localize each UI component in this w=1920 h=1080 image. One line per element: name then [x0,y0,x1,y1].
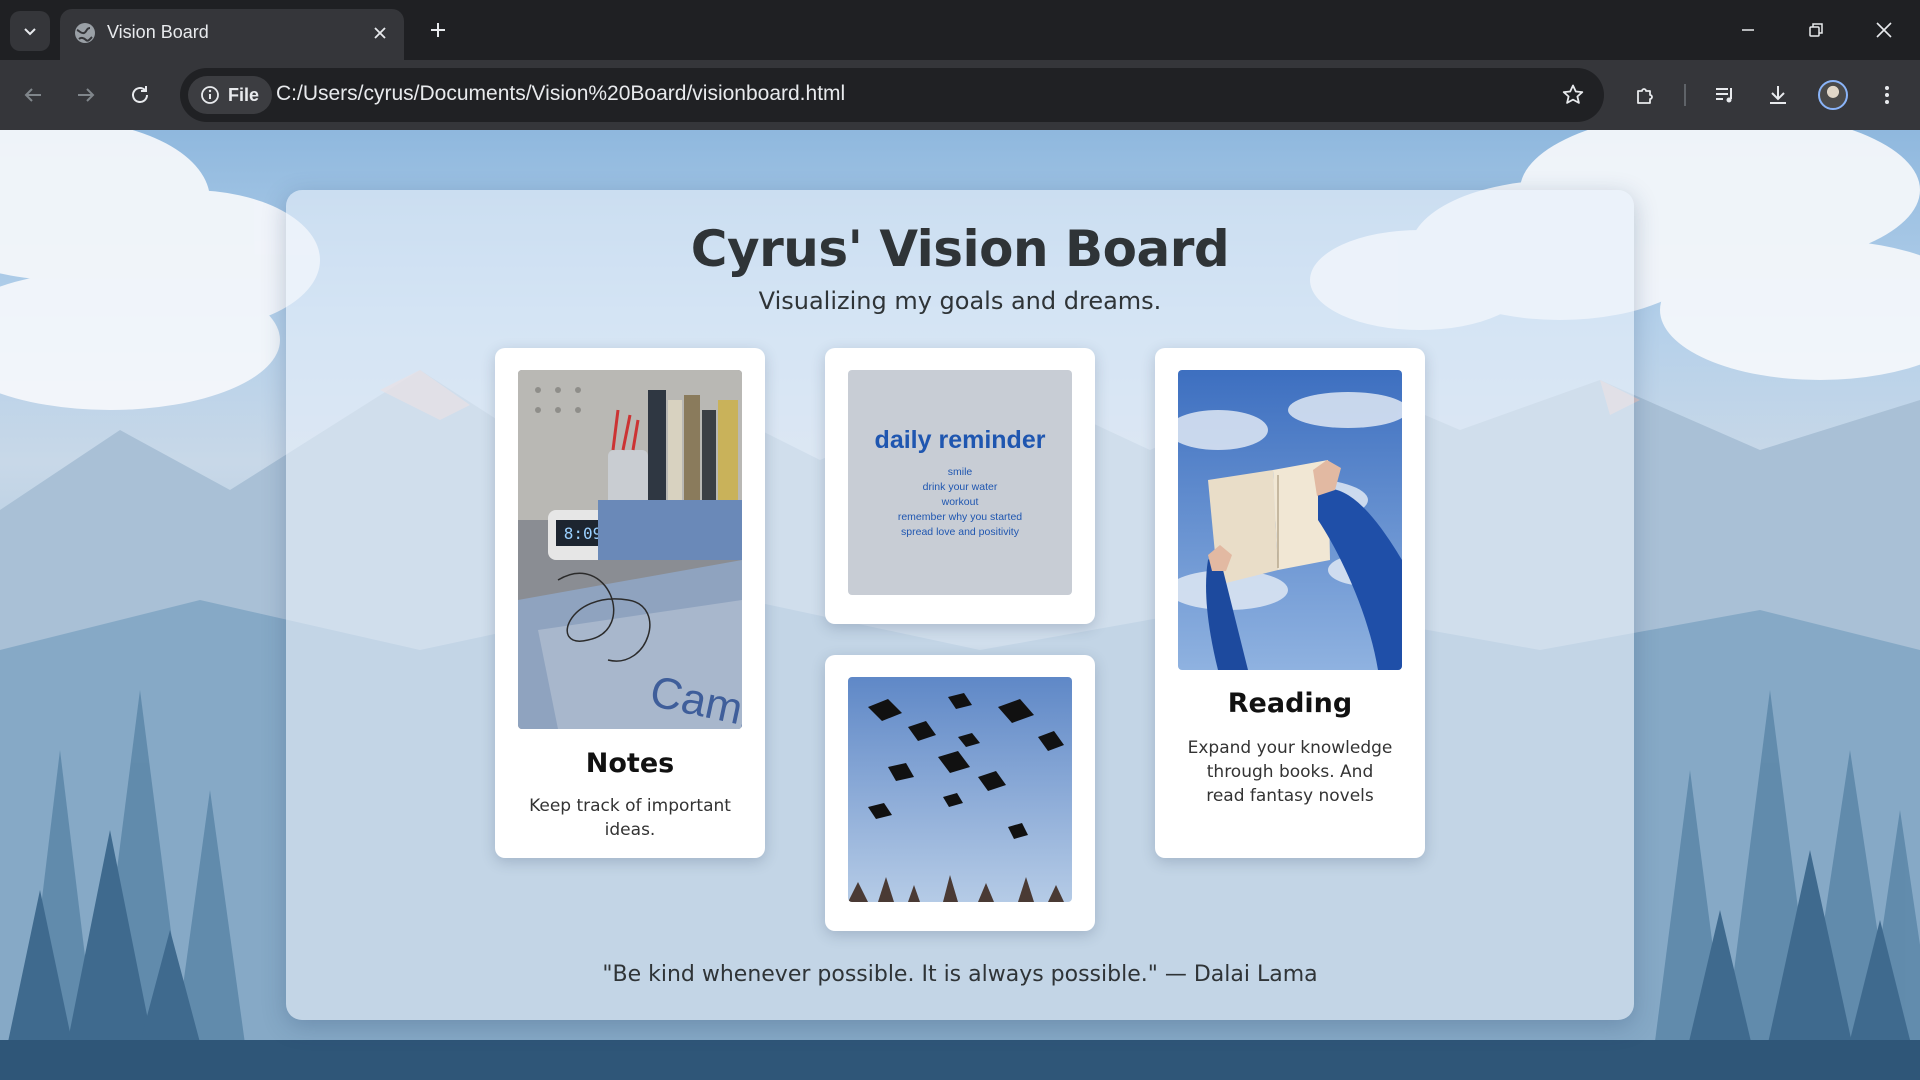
menu-button[interactable] [1867,75,1907,115]
minimize-button[interactable] [1714,0,1782,60]
back-button[interactable] [13,75,53,115]
restore-icon [1809,23,1823,37]
bookmark-button[interactable] [1558,80,1588,110]
clock-readout: 8:09 [564,524,603,543]
star-icon [1562,84,1584,104]
reminder-heading: daily reminder [874,425,1046,454]
new-tab-button[interactable] [422,14,454,46]
download-icon [1770,86,1786,104]
chevron-down-icon [24,28,36,36]
minimize-icon [1742,29,1754,31]
page-title: Cyrus' Vision Board [690,220,1230,278]
vision-board-panel: Cyrus' Vision Board Visualizing my goals… [286,190,1634,1020]
toolbar-divider [1684,84,1686,106]
plus-icon [431,23,445,37]
extensions-button[interactable] [1626,75,1666,115]
reminder-line: workout [941,495,979,508]
reading-card: Reading Expand your knowledge through bo… [1155,348,1425,858]
site-info-label: File [228,84,260,105]
graduation-photo [848,677,1072,902]
arrow-left-icon [24,88,41,102]
puzzle-icon [1637,88,1653,104]
tab-search-button[interactable] [10,11,50,51]
profile-button[interactable] [1813,75,1853,115]
notes-description: Keep track of important ideas. [529,796,731,840]
browser-toolbar: File C:/Users/cyrus/Documents/Vision%20B… [0,60,1920,130]
close-icon [374,27,386,39]
arrow-right-icon [78,88,95,102]
reload-button[interactable] [120,75,160,115]
reload-icon [132,86,148,103]
reminder-line: drink your water [922,480,998,493]
more-vertical-icon [1885,86,1889,104]
globe-icon [75,23,95,43]
url-text[interactable]: C:/Users/cyrus/Documents/Vision%20Board/… [276,82,845,106]
active-tab[interactable]: Vision Board [60,9,404,60]
address-bar[interactable]: File C:/Users/cyrus/Documents/Vision%20B… [180,68,1604,122]
close-tab-button[interactable] [368,21,392,45]
restore-button[interactable] [1782,0,1850,60]
site-info-chip[interactable]: File [188,76,272,114]
media-controls-button[interactable] [1705,75,1745,115]
daily-reminder-graphic: daily reminder smile drink your water wo… [848,370,1072,595]
tab-title: Vision Board [107,22,209,42]
close-window-button[interactable] [1850,0,1918,60]
notes-card: 8:09 Campus Notes Keep track of importan… [495,348,765,858]
reading-photo [1178,370,1402,670]
graduation-card [825,655,1095,931]
quote-text: "Be kind whenever possible. It is always… [602,962,1318,987]
close-icon [1876,22,1892,38]
info-icon [201,86,219,104]
page-subtitle: Visualizing my goals and dreams. [758,287,1162,315]
playlist-icon [1716,88,1732,103]
page-viewport: Cyrus' Vision Board Visualizing my goals… [0,130,1920,1080]
reminder-line: remember why you started [897,510,1023,523]
reminder-card: daily reminder smile drink your water wo… [825,348,1095,624]
notes-photo: 8:09 Campus [518,370,742,729]
reminder-line: smile [947,465,973,478]
reading-description: Expand your knowledge through books. And… [1187,738,1393,806]
downloads-button[interactable] [1758,75,1798,115]
avatar [1818,80,1848,110]
reminder-line: spread love and positivity [901,525,1019,538]
forward-button[interactable] [66,75,106,115]
notes-title: Notes [585,748,675,779]
reading-title: Reading [1227,688,1353,719]
tab-strip: Vision Board [0,0,1920,60]
